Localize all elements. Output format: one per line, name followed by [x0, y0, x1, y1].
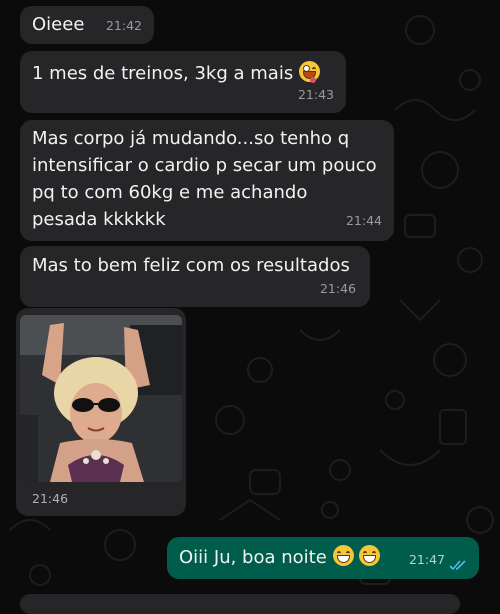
message-bubble-incoming-partial[interactable]: [20, 594, 460, 614]
message-bubble-outgoing[interactable]: Oiii Ju, boa noite 21:47: [167, 537, 479, 579]
message-text: Oiii Ju, boa noite: [179, 547, 327, 568]
message-bubble-incoming[interactable]: Mas to bem feliz com os resultados 21:46: [20, 246, 370, 307]
grinning-face-emoji: [332, 545, 354, 566]
message-timestamp: 21:44: [345, 213, 382, 228]
grinning-face-emoji: [359, 545, 381, 566]
message-timestamp: 21:42: [105, 18, 142, 33]
zany-face-emoji: [298, 61, 320, 83]
double-check-read-icon: [449, 560, 466, 571]
message-timestamp: 21:46: [319, 281, 356, 296]
message-timestamp: 21:43: [297, 87, 334, 102]
gif-image[interactable]: [20, 315, 182, 482]
message-text: Oieee: [32, 14, 85, 35]
message-text: Mas corpo já mudando...so tenho q intens…: [32, 128, 377, 230]
message-bubble-incoming[interactable]: Mas corpo já mudando...so tenho q intens…: [20, 120, 394, 241]
gif-illustration: [20, 315, 182, 482]
message-text: 1 mes de treinos, 3kg a mais: [32, 63, 294, 84]
message-text: Mas to bem feliz com os resultados: [32, 255, 350, 276]
message-timestamp: 21:46: [32, 491, 69, 506]
message-bubble-incoming[interactable]: Oieee 21:42: [20, 6, 154, 44]
message-bubble-incoming[interactable]: 1 mes de treinos, 3kg a mais 21:43: [20, 51, 346, 113]
message-timestamp: 21:47: [408, 552, 445, 567]
